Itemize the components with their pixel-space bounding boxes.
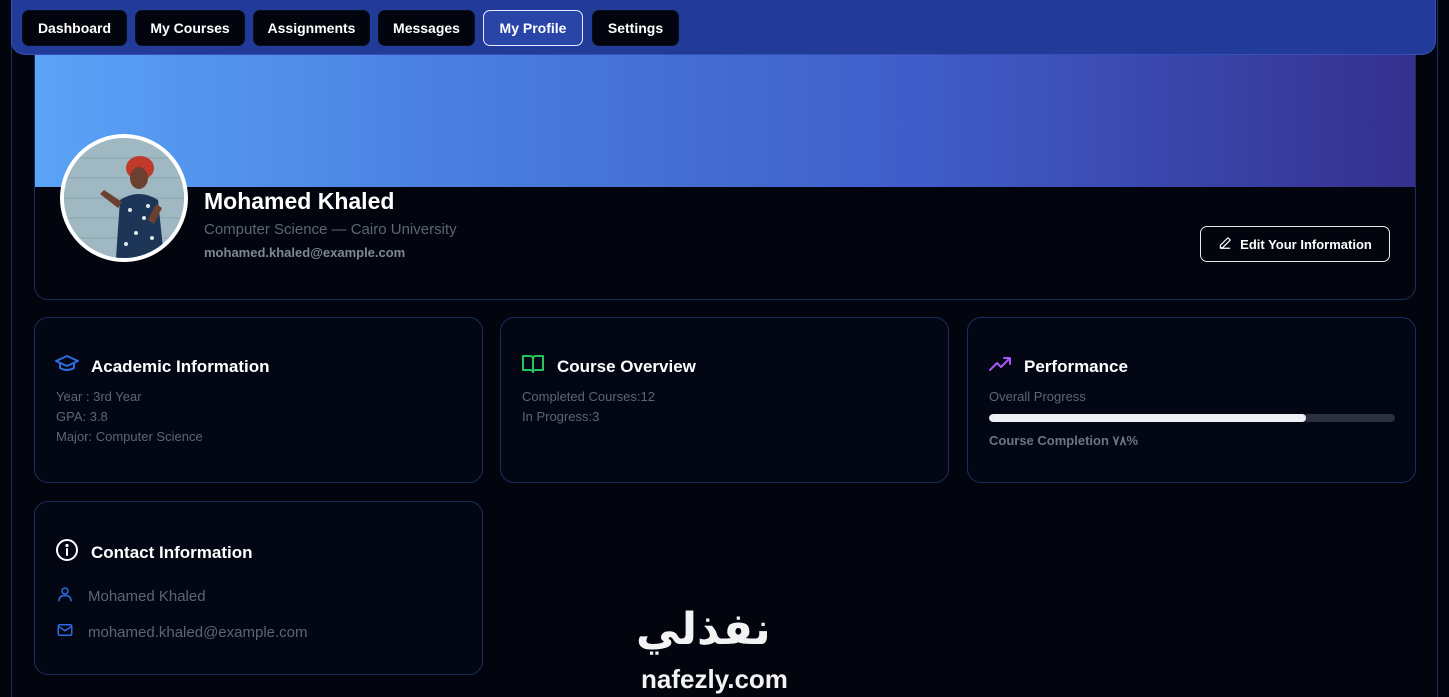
completed-courses: Completed Courses:12 xyxy=(522,389,655,404)
nav-settings[interactable]: Settings xyxy=(592,10,679,46)
contact-name: Mohamed Khaled xyxy=(88,588,206,605)
academic-gpa: GPA: 3.8 xyxy=(56,409,108,424)
performance-title: Performance xyxy=(1024,356,1128,376)
open-book-icon xyxy=(521,354,545,379)
in-progress-courses: In Progress:3 xyxy=(522,409,600,424)
performance-card: Performance Overall Progress Course Comp… xyxy=(967,317,1416,483)
watermark-arabic: نفذلي xyxy=(636,604,771,655)
trending-up-icon xyxy=(988,354,1012,379)
nav-messages[interactable]: Messages xyxy=(378,10,475,46)
user-icon xyxy=(56,585,74,608)
avatar xyxy=(60,134,188,262)
nav-my-courses[interactable]: My Courses xyxy=(135,10,245,46)
academic-title: Academic Information xyxy=(91,356,270,376)
edit-information-label: Edit Your Information xyxy=(1240,236,1372,252)
profile-name: Mohamed Khaled xyxy=(204,188,395,214)
edit-information-button[interactable]: Edit Your Information xyxy=(1200,226,1390,262)
profile-email: mohamed.khaled@example.com xyxy=(204,245,406,260)
mail-icon xyxy=(56,621,74,644)
profile-subtitle: Computer Science — Cairo University xyxy=(204,221,457,238)
academic-card: Academic Information Year : 3rd Year GPA… xyxy=(34,317,483,483)
academic-major: Major: Computer Science xyxy=(56,429,203,444)
contact-card: Contact Information Mohamed Khaled moham… xyxy=(34,501,483,675)
top-navbar: Dashboard My Courses Assignments Message… xyxy=(11,0,1436,55)
contact-title: Contact Information xyxy=(91,542,253,562)
overall-progress-bar xyxy=(989,414,1395,422)
profile-banner xyxy=(35,41,1415,187)
graduation-cap-icon xyxy=(55,354,79,379)
contact-email[interactable]: mohamed.khaled@example.com xyxy=(88,624,308,641)
nav-dashboard[interactable]: Dashboard xyxy=(22,10,127,46)
course-overview-card: Course Overview Completed Courses:12 In … xyxy=(500,317,949,483)
info-icon xyxy=(55,538,79,567)
course-overview-title: Course Overview xyxy=(557,356,696,376)
course-completion-label: Course Completion ٧٨% xyxy=(989,433,1139,448)
academic-year: Year : 3rd Year xyxy=(56,389,142,404)
watermark-latin: nafezly.com xyxy=(641,664,788,694)
overall-progress-fill xyxy=(989,414,1306,422)
nav-my-profile[interactable]: My Profile xyxy=(483,10,583,46)
overall-progress-label: Overall Progress xyxy=(989,389,1086,404)
pencil-icon xyxy=(1218,236,1232,253)
nav-assignments[interactable]: Assignments xyxy=(253,10,370,46)
